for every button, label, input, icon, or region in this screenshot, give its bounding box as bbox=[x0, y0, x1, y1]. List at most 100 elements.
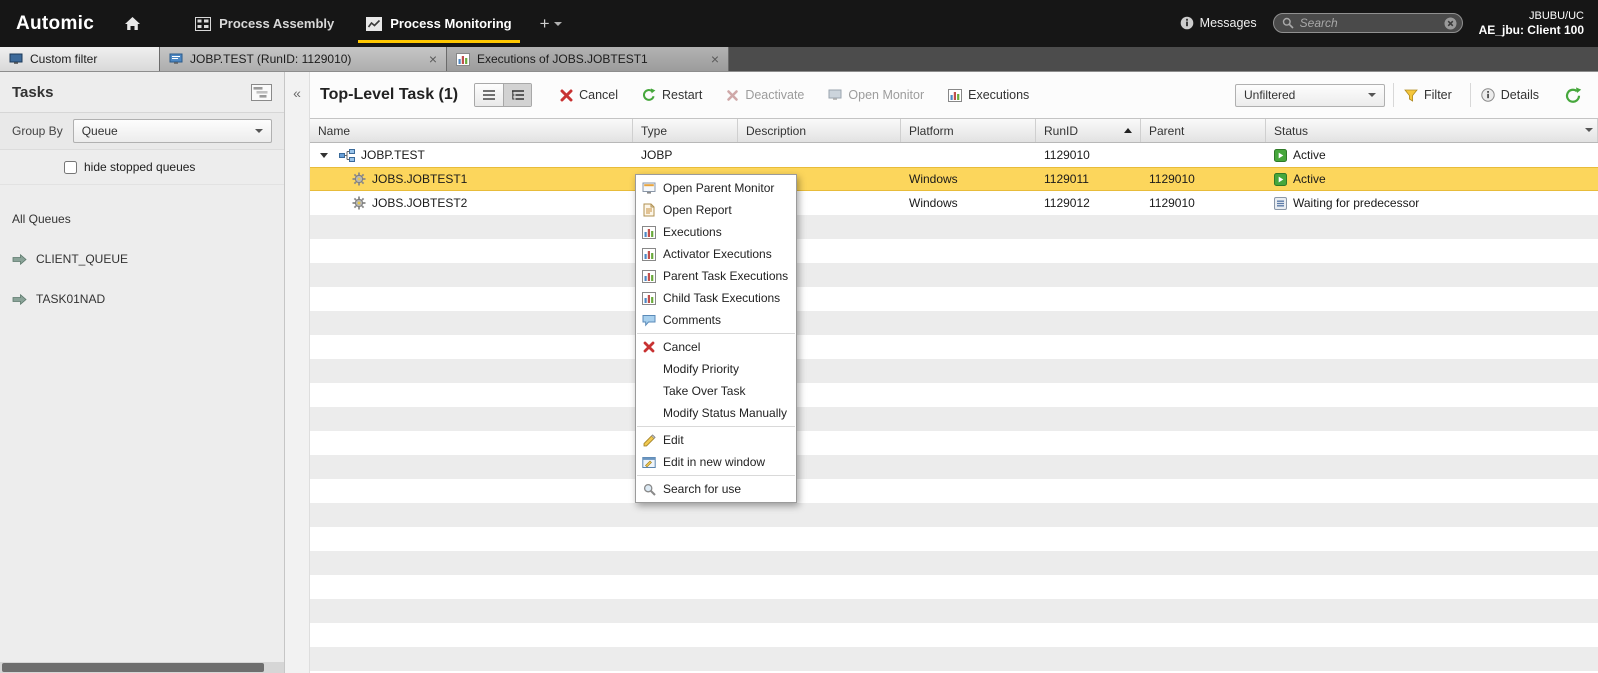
cell-name: JOBS.JOBTEST2 bbox=[310, 191, 633, 215]
home-button[interactable] bbox=[112, 0, 153, 47]
group-by-row: Group By Queue bbox=[0, 113, 284, 150]
tab-label: Process Monitoring bbox=[390, 16, 512, 31]
menu-item-edit-in-new-window[interactable]: Edit in new window bbox=[636, 451, 796, 473]
edit-icon bbox=[641, 433, 657, 447]
menu-item-comments[interactable]: Comments bbox=[636, 309, 796, 331]
table-row-jobs-jobtest1[interactable]: JOBS.JOBTEST1 Windows 1129011 1129010 Ac… bbox=[310, 167, 1598, 191]
menu-separator bbox=[637, 333, 795, 334]
executions-icon bbox=[641, 269, 657, 283]
plus-icon: + bbox=[539, 13, 550, 33]
restart-icon bbox=[642, 88, 656, 102]
open-monitor-button[interactable]: Open Monitor bbox=[828, 88, 924, 102]
task-name: JOBS.JOBTEST2 bbox=[372, 196, 468, 210]
chevron-down-icon bbox=[553, 21, 562, 26]
column-header-platform[interactable]: Platform bbox=[901, 119, 1036, 142]
status-label: Active bbox=[1293, 148, 1326, 162]
column-header-type[interactable]: Type bbox=[633, 119, 738, 142]
queue-list: All Queues CLIENT_QUEUE TASK01NAD bbox=[0, 185, 284, 319]
menu-item-activator-executions[interactable]: Activator Executions bbox=[636, 243, 796, 265]
tree-collapse-icon[interactable] bbox=[320, 152, 328, 158]
menu-item-modify-priority[interactable]: Modify Priority bbox=[636, 358, 796, 380]
filter-preset-select[interactable]: Unfiltered bbox=[1235, 83, 1385, 107]
menu-item-child-task-executions[interactable]: Child Task Executions bbox=[636, 287, 796, 309]
close-icon[interactable]: × bbox=[703, 52, 719, 66]
cell-type: JOBP bbox=[641, 148, 673, 162]
close-icon[interactable]: × bbox=[421, 52, 437, 66]
menu-item-take-over-task[interactable]: Take Over Task bbox=[636, 380, 796, 402]
tab-process-monitoring[interactable]: Process Monitoring bbox=[350, 0, 527, 47]
refresh-icon bbox=[1565, 87, 1582, 103]
queue-item-client-queue[interactable]: CLIENT_QUEUE bbox=[0, 239, 284, 279]
messages-label: Messages bbox=[1199, 16, 1257, 31]
button-label: Restart bbox=[662, 88, 703, 102]
details-info-icon bbox=[1481, 88, 1495, 102]
messages-button[interactable]: Messages bbox=[1180, 16, 1257, 30]
user-info[interactable]: JBUBU/UC AE_jbu: Client 100 bbox=[1479, 9, 1584, 39]
table-row-jobs-jobtest2[interactable]: JOBS.JOBTEST2 Windows 1129012 1129010 Wa… bbox=[310, 191, 1598, 215]
menu-item-executions[interactable]: Executions bbox=[636, 221, 796, 243]
menu-item-edit[interactable]: Edit bbox=[636, 429, 796, 451]
executions-icon bbox=[641, 225, 657, 239]
sidebar-splitter[interactable]: « bbox=[285, 72, 310, 673]
column-chooser-icon[interactable] bbox=[1585, 128, 1593, 132]
cell-parent: 1129010 bbox=[1149, 196, 1195, 210]
edit-new-window-icon bbox=[641, 456, 657, 469]
search-input[interactable] bbox=[1299, 16, 1438, 31]
column-header-status[interactable]: Status bbox=[1266, 119, 1598, 142]
column-header-runid[interactable]: RunID bbox=[1036, 119, 1141, 142]
hide-stopped-queues-checkbox[interactable] bbox=[64, 160, 77, 174]
clear-search-icon[interactable] bbox=[1444, 17, 1457, 30]
details-button[interactable]: Details bbox=[1469, 83, 1549, 107]
status-label: Active bbox=[1293, 172, 1326, 186]
menu-item-modify-status-manually[interactable]: Modify Status Manually bbox=[636, 402, 796, 424]
cell-parent: 1129010 bbox=[1149, 172, 1195, 186]
global-search bbox=[1272, 13, 1463, 34]
cancel-icon bbox=[641, 341, 657, 353]
column-header-description[interactable]: Description bbox=[738, 119, 901, 142]
tab-process-assembly[interactable]: Process Assembly bbox=[179, 0, 350, 47]
button-label: Cancel bbox=[579, 88, 619, 102]
tab-custom-filter[interactable]: Custom filter bbox=[0, 47, 160, 71]
group-by-select[interactable]: Queue bbox=[72, 119, 272, 143]
flat-list-view-button[interactable] bbox=[475, 84, 504, 106]
menu-item-parent-task-executions[interactable]: Parent Task Executions bbox=[636, 265, 796, 287]
add-perspective-button[interactable]: + bbox=[528, 0, 574, 47]
hierarchical-view-button[interactable] bbox=[503, 84, 532, 106]
body: Tasks Group By Queue hide stopped queues… bbox=[0, 72, 1598, 673]
queue-item-all-queues[interactable]: All Queues bbox=[0, 199, 284, 239]
cell-name: JOBP.TEST bbox=[310, 143, 633, 167]
scrollbar-thumb[interactable] bbox=[2, 663, 264, 672]
executions-button[interactable]: Executions bbox=[948, 88, 1029, 102]
restart-button[interactable]: Restart bbox=[642, 88, 702, 102]
refresh-button[interactable] bbox=[1557, 87, 1586, 103]
menu-item-search-for-use[interactable]: Search for use bbox=[636, 478, 796, 500]
queue-item-task01nad[interactable]: TASK01NAD bbox=[0, 279, 284, 319]
column-header-name[interactable]: Name bbox=[310, 119, 633, 142]
collapse-sidebar-icon[interactable]: « bbox=[293, 85, 301, 101]
button-label: Executions bbox=[968, 88, 1030, 102]
menu-item-cancel[interactable]: Cancel bbox=[636, 336, 796, 358]
automic-app: Automic Process Assembly Process Monitor… bbox=[0, 0, 1598, 673]
chevron-down-icon bbox=[255, 129, 263, 133]
cell-name: JOBS.JOBTEST1 bbox=[310, 167, 633, 191]
task-name: JOBP.TEST bbox=[361, 148, 425, 162]
filter-monitor-icon bbox=[9, 53, 23, 65]
column-header-parent[interactable]: Parent bbox=[1141, 119, 1266, 142]
comments-icon bbox=[641, 314, 657, 327]
horizontal-scrollbar[interactable] bbox=[0, 662, 284, 673]
report-icon bbox=[641, 203, 657, 217]
tab-jobp-test-monitor[interactable]: JOBP.TEST (RunID: 1129010) × bbox=[160, 47, 447, 71]
menu-item-open-parent-monitor[interactable]: Open Parent Monitor bbox=[636, 177, 796, 199]
deactivate-button[interactable]: Deactivate bbox=[726, 88, 804, 102]
cancel-button[interactable]: Cancel bbox=[560, 88, 618, 102]
menu-item-open-report[interactable]: Open Report bbox=[636, 199, 796, 221]
status-active-icon bbox=[1274, 148, 1287, 162]
gantt-view-button[interactable] bbox=[251, 83, 272, 101]
filter-button[interactable]: Filter bbox=[1393, 83, 1462, 107]
cell-platform: Windows bbox=[909, 172, 958, 186]
sidebar-header: Tasks bbox=[0, 72, 284, 113]
tab-executions-jobtest1[interactable]: Executions of JOBS.JOBTEST1 × bbox=[447, 47, 729, 71]
cell-parent bbox=[1141, 143, 1266, 167]
executions-icon bbox=[641, 247, 657, 261]
table-row-jobp-test[interactable]: JOBP.TEST JOBP 1129010 Active bbox=[310, 143, 1598, 167]
